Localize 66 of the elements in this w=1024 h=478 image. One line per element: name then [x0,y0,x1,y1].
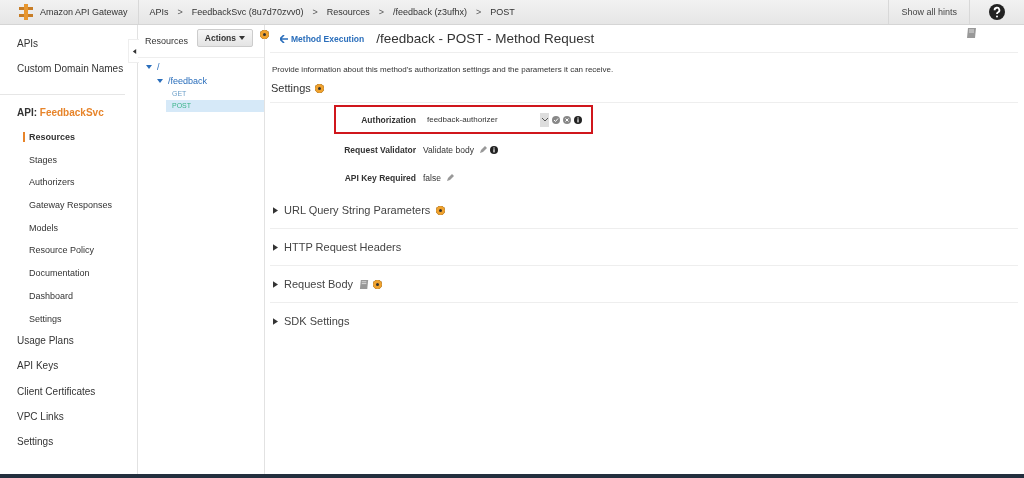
breadcrumb-separator: > [476,7,482,17]
field-label: API Key Required [343,173,416,183]
sidebar-item[interactable]: Usage Plans [0,335,137,361]
sidebar-item[interactable]: Client Certificates [0,385,137,412]
api-heading: API: FeedbackSvc [16,107,105,120]
tree-item[interactable]: /feedback [168,76,208,86]
hint-icon[interactable] [373,279,383,289]
tree-item[interactable]: / [157,62,160,72]
sidebar-subitem[interactable]: Documentation [0,267,137,290]
page-title: /feedback - POST - Method Request [376,31,596,46]
section-title[interactable]: URL Query String Parameters [284,204,431,216]
show-hints-button[interactable]: Show all hints [888,0,970,24]
confirm-icon[interactable] [552,115,560,124]
expand-arrow-icon[interactable] [273,243,278,251]
info-icon[interactable] [574,115,582,124]
hint-icon[interactable] [436,205,446,215]
help-icon[interactable] [989,4,1005,20]
caret-icon [541,117,548,122]
section-title[interactable]: HTTP Request Headers [284,241,402,253]
breadcrumb-link[interactable]: APIs [149,7,169,17]
book-icon[interactable] [966,26,978,39]
info-icon[interactable] [489,146,498,154]
pencil-icon[interactable] [445,174,454,182]
breadcrumb-link[interactable]: POST [490,7,515,17]
sidebar-item[interactable]: APIs [17,36,39,61]
brand-name[interactable]: Amazon API Gateway [40,7,128,17]
hint-icon[interactable] [260,30,269,39]
field-label: Authorization [360,114,416,125]
sidebar-subitem[interactable]: Dashboard [0,289,137,313]
breadcrumb-link[interactable]: FeedbackSvc (8u7d70zvv0) [191,7,304,17]
sidebar-item[interactable]: API Keys [0,360,137,386]
sidebar-subitem[interactable]: Resources [0,131,137,154]
section-title[interactable]: Request Body [284,278,354,290]
method-execution-link[interactable]: Method Execution [280,33,365,44]
sidebar-item[interactable]: Settings [0,436,137,462]
actions-button[interactable]: Actions [196,29,253,47]
breadcrumb-link[interactable]: Resources [326,7,370,17]
field-value: false [423,173,441,183]
hint-icon[interactable] [314,83,324,93]
back-arrow-icon [280,34,288,43]
sidebar-item[interactable]: Custom Domain Names [17,61,124,86]
sidebar-subitem[interactable]: Settings [0,312,137,336]
expand-arrow-icon[interactable] [273,280,278,288]
collapse-icon [131,48,137,54]
section-title[interactable]: SDK Settings [284,315,350,327]
field-value: Validate body [423,145,474,155]
sidebar-subitem[interactable]: Resource Policy [0,244,137,268]
sidebar-subitem[interactable]: Models [0,221,137,245]
sidebar-item[interactable]: VPC Links [0,411,137,437]
caret-icon [239,36,245,40]
logo-icon [18,4,34,20]
breadcrumb-link[interactable]: /feedback (z3ufhx) [392,7,467,17]
description-text: Provide information about this method's authorization settings and the parameters it can receive. [272,65,615,74]
expand-arrow-icon[interactable] [273,206,278,214]
panel-title: Resources [145,36,190,46]
breadcrumb-separator: > [177,7,183,17]
sidebar-subitem[interactable]: Gateway Responses [0,199,137,222]
sidebar-subitem[interactable]: Stages [0,153,137,177]
sidebar-subitem[interactable]: Authorizers [0,176,137,200]
authorizer-select[interactable]: feedback-authorizer [423,111,549,128]
breadcrumb-separator: > [378,7,384,17]
breadcrumb-separator: > [312,7,318,17]
field-label: Request Validator [343,145,416,155]
collapse-tab[interactable] [128,39,139,63]
expand-arrow-icon[interactable] [273,317,278,325]
section-heading: Settings [271,82,311,94]
